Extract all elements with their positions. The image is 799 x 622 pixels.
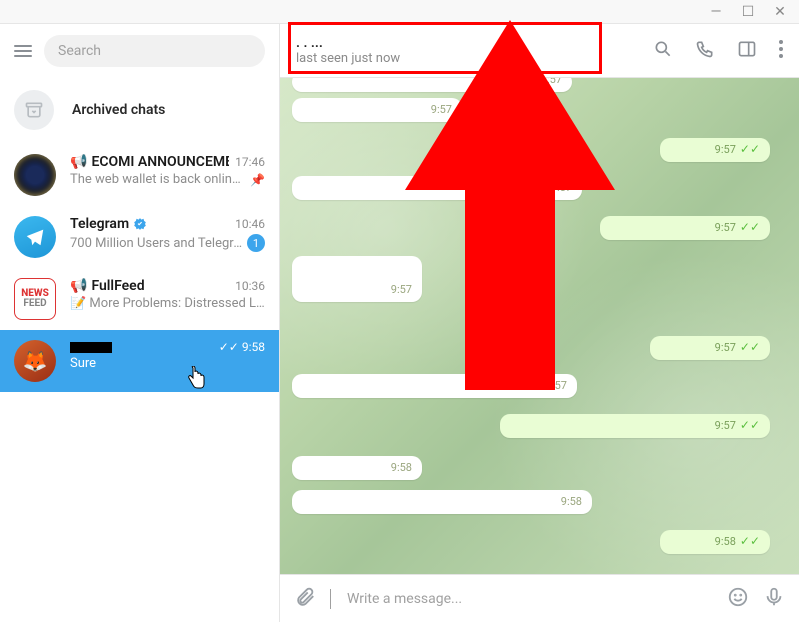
chat-title: 📢 ECOMI ANNOUNCEME...	[70, 154, 229, 170]
chat-title: 📢 FullFeed	[70, 278, 145, 294]
chat-header-status: last seen just now	[296, 51, 643, 66]
read-checks-icon: ✓✓	[219, 340, 239, 354]
text-cursor	[330, 589, 331, 609]
avatar	[14, 154, 56, 196]
mic-icon[interactable]	[763, 586, 785, 612]
chat-preview: The web wallet is back online,...	[70, 172, 246, 187]
menu-button[interactable]	[14, 45, 32, 57]
message-time: 9:57	[551, 181, 572, 194]
message-incoming[interactable]: 9:58	[292, 456, 422, 480]
message-time: 9:57	[541, 78, 562, 86]
minimize-button[interactable]: —	[709, 5, 723, 19]
chat-time: 10:36	[235, 279, 265, 293]
chat-pane: . . ... last seen just now 9:57 9:57 9:57 ✓…	[280, 24, 799, 622]
avatar	[14, 216, 56, 258]
maximize-button[interactable]: ☐	[741, 5, 755, 19]
message-time: 9:58	[561, 495, 582, 508]
chat-time: ✓✓9:58	[219, 340, 265, 354]
search-icon[interactable]	[653, 39, 673, 63]
chat-list-item[interactable]: Telegram 10:46 700 Million Users and Tel…	[0, 206, 279, 268]
chat-list-item-selected[interactable]: 🦊 ✓✓9:58 Sure	[0, 330, 279, 392]
megaphone-icon: 📢	[70, 278, 87, 294]
message-time: 9:57	[715, 341, 736, 354]
pin-icon: 📌	[250, 173, 265, 187]
message-time: 9:58	[715, 535, 736, 548]
window-titlebar: — ☐ ✕	[0, 0, 799, 24]
message-incoming[interactable]: 9:57	[292, 78, 572, 92]
note-icon: 📝	[70, 296, 86, 311]
message-outgoing[interactable]: 9:57 ✓✓	[500, 414, 770, 438]
message-outgoing[interactable]: 9:57 ✓✓	[650, 336, 770, 360]
message-time: 9:57	[431, 103, 452, 116]
avatar: 🦊	[14, 340, 56, 382]
message-incoming[interactable]: 9:57	[292, 176, 582, 200]
chat-body[interactable]: 9:579:579:57✓✓9:579:57✓✓9:579:57✓✓9:579:…	[280, 78, 799, 574]
chat-header[interactable]: . . ... last seen just now	[280, 24, 799, 78]
message-incoming[interactable]: 9:57	[292, 98, 462, 122]
verified-icon	[133, 217, 147, 231]
message-time: 9:58	[391, 461, 412, 474]
message-time: 9:57	[391, 283, 412, 296]
message-incoming[interactable]: 9:58	[292, 490, 592, 514]
message-time: 9:57	[715, 221, 736, 234]
message-incoming[interactable]: 9:57	[292, 256, 422, 302]
message-input-bar	[280, 574, 799, 622]
chat-title	[70, 342, 112, 353]
message-time: 9:57	[715, 419, 736, 432]
call-icon[interactable]	[695, 39, 715, 63]
archive-icon	[14, 90, 54, 130]
message-time: 9:57	[546, 379, 567, 392]
archived-label: Archived chats	[72, 102, 165, 118]
message-time: 9:57	[715, 143, 736, 156]
chat-time: 17:46	[235, 155, 265, 169]
message-outgoing[interactable]: 9:58 ✓✓	[660, 530, 770, 554]
chat-preview: Sure	[70, 356, 96, 371]
chat-header-name: . . ...	[296, 35, 643, 51]
chat-list-item[interactable]: 📢 ECOMI ANNOUNCEME... 17:46 The web wall…	[0, 144, 279, 206]
message-incoming[interactable]: 9:57	[292, 374, 577, 398]
avatar: NEWSFEED	[14, 278, 56, 320]
chat-list-item[interactable]: NEWSFEED 📢 FullFeed 10:36 📝 More Problem…	[0, 268, 279, 330]
attach-icon[interactable]	[294, 586, 316, 612]
search-input[interactable]: Search	[44, 35, 265, 67]
chat-preview: 700 Million Users and Telegra...	[70, 236, 247, 251]
read-checks-icon: ✓✓	[740, 418, 760, 432]
sidebar: Search Archived chats 📢 ECOMI ANNOUNCEME…	[0, 24, 280, 622]
emoji-icon[interactable]	[727, 586, 749, 612]
more-icon[interactable]	[779, 40, 783, 62]
close-button[interactable]: ✕	[773, 5, 787, 19]
read-checks-icon: ✓✓	[740, 142, 760, 156]
message-outgoing[interactable]: 9:57 ✓✓	[600, 216, 770, 240]
chat-title: Telegram	[70, 216, 147, 232]
sidepanel-icon[interactable]	[737, 39, 757, 63]
message-outgoing[interactable]: 9:57 ✓✓	[660, 138, 770, 162]
read-checks-icon: ✓✓	[740, 534, 760, 548]
message-input[interactable]	[347, 591, 713, 607]
unread-badge: 1	[247, 234, 265, 252]
chat-time: 10:46	[235, 217, 265, 231]
read-checks-icon: ✓✓	[740, 340, 760, 354]
megaphone-icon: 📢	[70, 154, 87, 170]
read-checks-icon: ✓✓	[740, 220, 760, 234]
chat-preview: 📝 More Problems: Distressed L...	[70, 296, 265, 311]
archived-chats[interactable]: Archived chats	[0, 78, 279, 144]
